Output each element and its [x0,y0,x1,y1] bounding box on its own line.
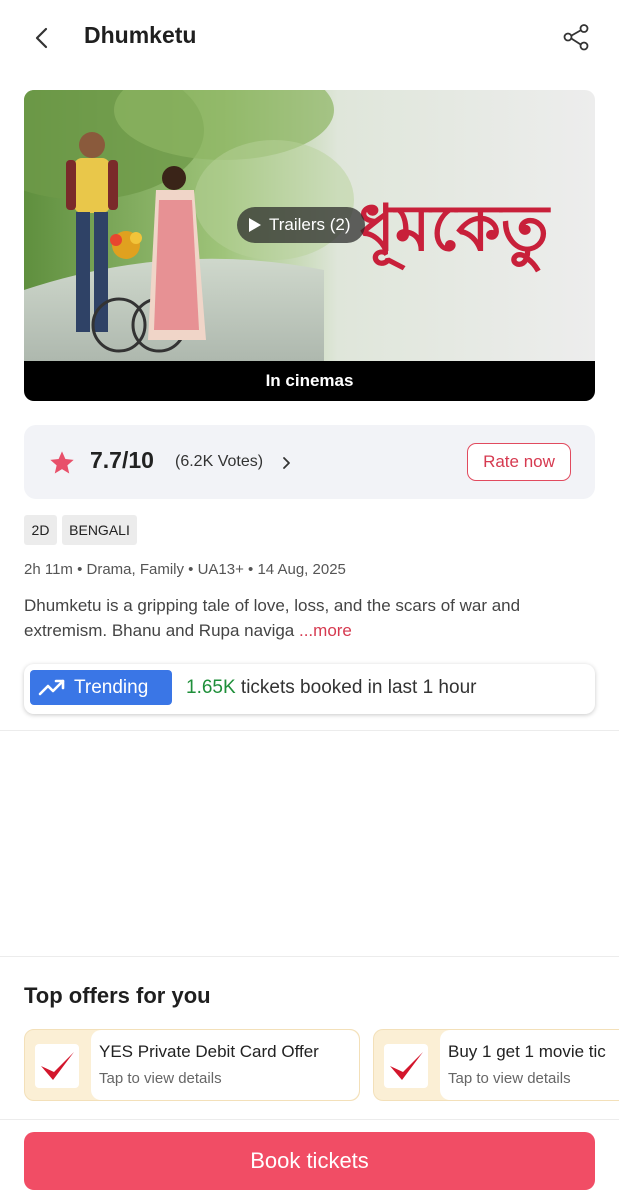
chevron-right-icon[interactable] [280,454,294,472]
votes-count[interactable]: (6.2K Votes) [175,453,263,471]
checkmark-icon [390,1052,423,1080]
trending-card: Trending 1.65K tickets booked in last 1 … [24,664,595,714]
offer-title: Buy 1 get 1 movie tic [448,1042,606,1061]
section-divider [0,956,619,957]
offer-title: YES Private Debit Card Offer [99,1042,319,1061]
poster-title-art: ধূমকেতু [359,192,551,273]
trending-badge: Trending [30,670,172,705]
format-tag: 2D [24,515,57,545]
tickets-booked-count: 1.65K [186,677,236,698]
page-title: Dhumketu [84,22,197,48]
offer-body: YES Private Debit Card Offer Tap to view… [91,1030,359,1100]
offer-subtitle: Tap to view details [99,1070,222,1087]
in-cinemas-strip: In cinemas [24,361,595,401]
movie-meta: 2h 11m • Drama, Family • UA13+ • 14 Aug,… [24,561,346,578]
section-divider [0,1119,619,1120]
trailers-button[interactable]: Trailers (2) [237,207,365,243]
rating-card: 7.7/10 (6.2K Votes) Rate now [24,425,595,499]
offer-body: Buy 1 get 1 movie tic Tap to view detail… [440,1030,619,1100]
star-icon [50,451,74,474]
offer-icon [35,1044,79,1088]
play-icon [249,218,261,232]
back-button[interactable] [22,18,62,58]
offers-title: Top offers for you [24,983,211,1008]
share-button[interactable] [555,17,597,57]
offer-subtitle: Tap to view details [448,1070,571,1087]
trending-label: Trending [74,676,149,698]
offer-card[interactable]: Buy 1 get 1 movie tic Tap to view detail… [373,1029,619,1101]
trending-up-icon [38,679,65,695]
language-tag: BENGALI [62,515,137,545]
movie-poster-banner[interactable]: ধূমকেতু Trailers (2) In cinemas [24,90,595,401]
rate-now-button[interactable]: Rate now [467,443,571,481]
rating-score: 7.7/10 [90,447,154,473]
checkmark-icon [41,1052,74,1080]
app-header: Dhumketu [0,0,619,72]
trending-text: 1.65K tickets booked in last 1 hour [186,677,476,699]
chevron-left-icon [35,27,48,49]
tickets-booked-text: tickets booked in last 1 hour [235,677,477,698]
trailers-label: Trailers (2) [269,215,351,234]
read-more-link[interactable]: ...more [294,621,352,640]
offer-card[interactable]: YES Private Debit Card Offer Tap to view… [24,1029,360,1101]
description-text: Dhumketu is a gripping tale of love, los… [24,596,521,640]
offer-icon [384,1044,428,1088]
section-divider [0,730,619,731]
share-icon [563,24,589,51]
movie-description: Dhumketu is a gripping tale of love, los… [24,593,584,643]
book-tickets-button[interactable]: Book tickets [24,1132,595,1190]
